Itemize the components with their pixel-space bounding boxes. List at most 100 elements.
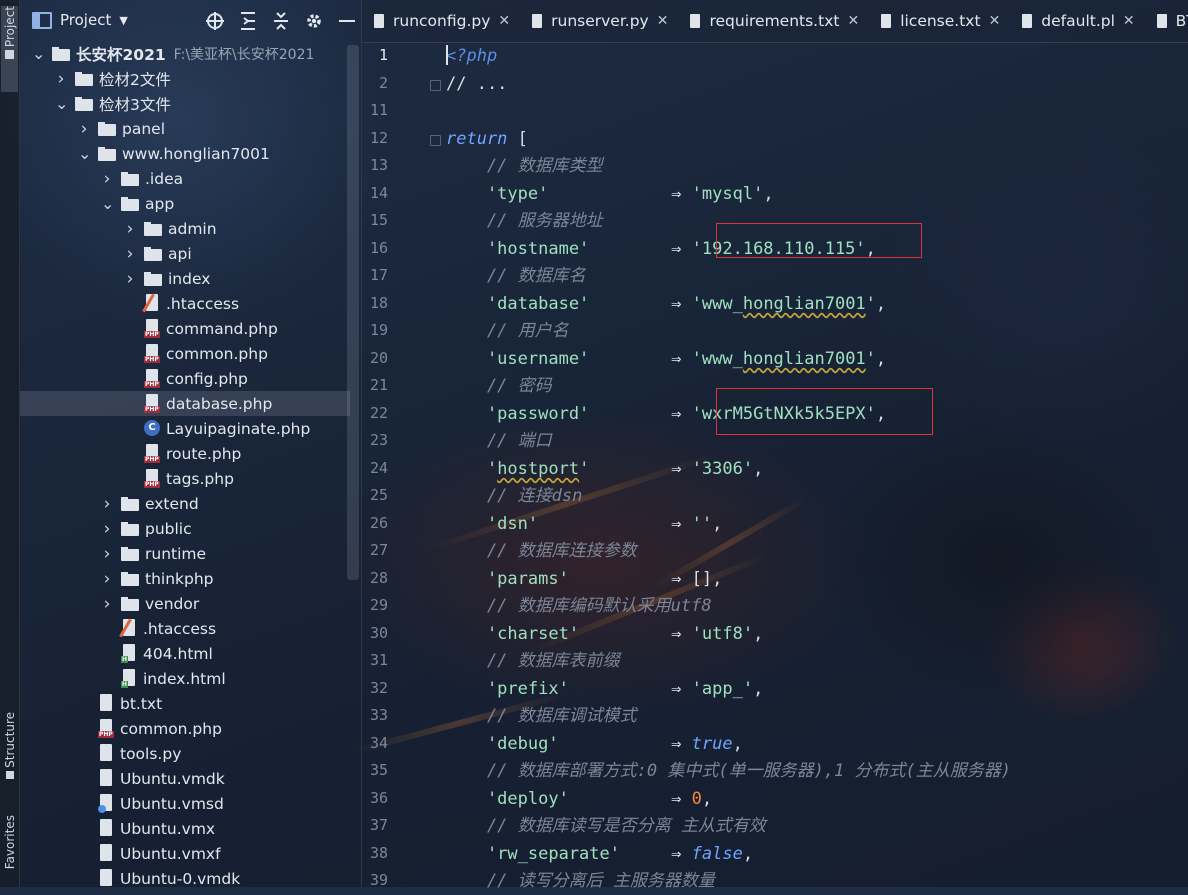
tree-folder[interactable]: › extend [20, 491, 350, 516]
line-number: 1 [378, 46, 388, 64]
editor-tab[interactable]: requirements.txt ✕ [678, 0, 869, 42]
line-number: 31 [369, 651, 388, 669]
tree-file[interactable]: .htaccess [20, 616, 350, 641]
project-panel-header: Project ▼ [20, 0, 360, 40]
text-file-icon [881, 14, 892, 28]
tree-file[interactable]: PHP command.php [20, 316, 350, 341]
tree-folder[interactable]: › vendor [20, 591, 350, 616]
chevron-right-icon[interactable]: › [101, 594, 113, 614]
close-icon[interactable]: ✕ [989, 13, 1001, 29]
tree-folder[interactable]: › public [20, 516, 350, 541]
tree-item-label: Ubuntu.vmdk [120, 769, 225, 788]
line-number: 23 [369, 431, 388, 449]
editor-tab-label: runconfig.py [393, 12, 491, 30]
fold-marker-icon[interactable] [430, 79, 441, 91]
class-icon: C [144, 419, 160, 438]
chevron-right-icon[interactable]: › [101, 544, 113, 564]
chevron-down-icon[interactable]: ⌄ [32, 44, 45, 63]
php-file-icon: PHP [144, 369, 160, 388]
tree-file[interactable]: bt.txt [20, 691, 350, 716]
tree-file[interactable]: PHP database.php [20, 391, 350, 416]
folder-icon [75, 71, 93, 86]
tree-file[interactable]: Ubuntu.vmxf [20, 841, 350, 866]
code-line: return [ [446, 128, 528, 149]
close-icon[interactable]: ✕ [847, 13, 859, 29]
tree-file[interactable]: Ubuntu.vmdk [20, 766, 350, 791]
tree-file[interactable]: Ubuntu-0.vmdk [20, 866, 350, 891]
tree-folder[interactable]: ⌄ 长安杯2021 F:\美亚杯\长安杯2021 [20, 41, 350, 66]
chevron-down-icon[interactable]: ▼ [119, 14, 127, 27]
chevron-down-icon[interactable]: ⌄ [101, 194, 114, 213]
tree-file[interactable]: Hindex.html [20, 666, 350, 691]
close-icon[interactable]: ✕ [1123, 13, 1135, 29]
chevron-right-icon[interactable]: › [101, 519, 113, 539]
project-tool-tab[interactable]: Project [1, 6, 18, 92]
tree-folder[interactable]: › panel [20, 116, 350, 141]
collapse-all-icon[interactable] [270, 10, 292, 32]
editor-tab[interactable]: runserver.py ✕ [520, 0, 678, 42]
chevron-right-icon[interactable]: › [124, 269, 136, 289]
folder-icon [144, 246, 162, 261]
code-line: 'rw_separate' ⇒ false, [446, 843, 754, 864]
tree-file[interactable]: H 404.html [20, 641, 350, 666]
close-icon[interactable]: ✕ [657, 13, 669, 29]
tree-item-label: runtime [145, 544, 207, 563]
chevron-down-icon[interactable]: ⌄ [55, 94, 68, 113]
chevron-right-icon[interactable]: › [101, 169, 113, 189]
chevron-right-icon[interactable]: › [124, 244, 136, 264]
tree-file[interactable]: C Layuipaginate.php [20, 416, 350, 441]
line-number: 26 [369, 513, 388, 532]
tree-file[interactable]: PHP config.php [20, 366, 350, 391]
folder-icon [121, 496, 139, 511]
tree-file[interactable]: PHP common.php [20, 716, 350, 741]
fold-marker-icon[interactable] [430, 134, 441, 146]
project-view-selector[interactable]: Project [60, 11, 111, 29]
chevron-right-icon[interactable]: › [101, 494, 113, 514]
favorites-tool-tab[interactable]: Favorites [1, 815, 18, 887]
php-file-icon: PHP [144, 319, 160, 338]
editor-tab[interactable]: default.pl ✕ [1010, 0, 1144, 42]
code-editor[interactable]: <?php // ... return [ // 数据库类型 'type' ⇒ 'm… [446, 42, 1188, 891]
tree-file[interactable]: PHP tags.php [20, 466, 350, 491]
php-file-icon: PHP [144, 344, 160, 363]
structure-tool-tab[interactable]: Structure [1, 712, 18, 796]
code-line: 'prefix' ⇒ 'app_', [446, 678, 764, 699]
tree-item-label: common.php [120, 719, 222, 738]
php-file-icon: PHP [144, 444, 160, 463]
chevron-down-icon[interactable]: ⌄ [78, 144, 91, 163]
chevron-right-icon[interactable]: › [78, 119, 90, 139]
project-scrollbar[interactable] [347, 45, 359, 580]
tree-file[interactable]: .htaccess [20, 291, 350, 316]
editor-tab[interactable]: BT-T [1145, 0, 1188, 42]
close-icon[interactable]: ✕ [498, 13, 510, 29]
tree-folder[interactable]: ⌄ www.honglian7001 [20, 141, 350, 166]
expand-all-icon[interactable] [237, 10, 259, 32]
tree-folder[interactable]: › admin [20, 216, 350, 241]
tree-folder[interactable]: › runtime [20, 541, 350, 566]
htaccess-file-icon [119, 618, 137, 638]
minimize-icon[interactable] [336, 10, 358, 32]
tree-folder[interactable]: › api [20, 241, 350, 266]
editor-tab[interactable]: runconfig.py ✕ [362, 0, 520, 42]
tree-file[interactable]: PHP common.php [20, 341, 350, 366]
gear-icon[interactable] [303, 10, 325, 32]
line-number: 2 [378, 73, 388, 92]
tree-file[interactable]: tools.py [20, 741, 350, 766]
tree-folder[interactable]: ⌄ 检材3文件 [20, 91, 350, 116]
chevron-right-icon[interactable]: › [124, 219, 136, 239]
tree-folder[interactable]: › thinkphp [20, 566, 350, 591]
locate-file-icon[interactable] [204, 10, 226, 32]
tree-folder[interactable]: › index [20, 266, 350, 291]
chevron-right-icon[interactable]: › [101, 569, 113, 589]
line-number: 20 [369, 348, 388, 367]
tree-file[interactable]: Ubuntu.vmx [20, 816, 350, 841]
tree-file[interactable]: Ubuntu.vmsd [20, 791, 350, 816]
tree-item-label: Ubuntu.vmsd [120, 794, 224, 813]
folder-icon [144, 271, 162, 286]
tree-file[interactable]: PHP route.php [20, 441, 350, 466]
tree-folder[interactable]: › 检材2文件 [20, 66, 350, 91]
chevron-right-icon[interactable]: › [55, 69, 67, 89]
editor-tab[interactable]: license.txt ✕ [869, 0, 1010, 42]
tree-folder[interactable]: ⌄ app [20, 191, 350, 216]
tree-folder[interactable]: › .idea [20, 166, 350, 191]
